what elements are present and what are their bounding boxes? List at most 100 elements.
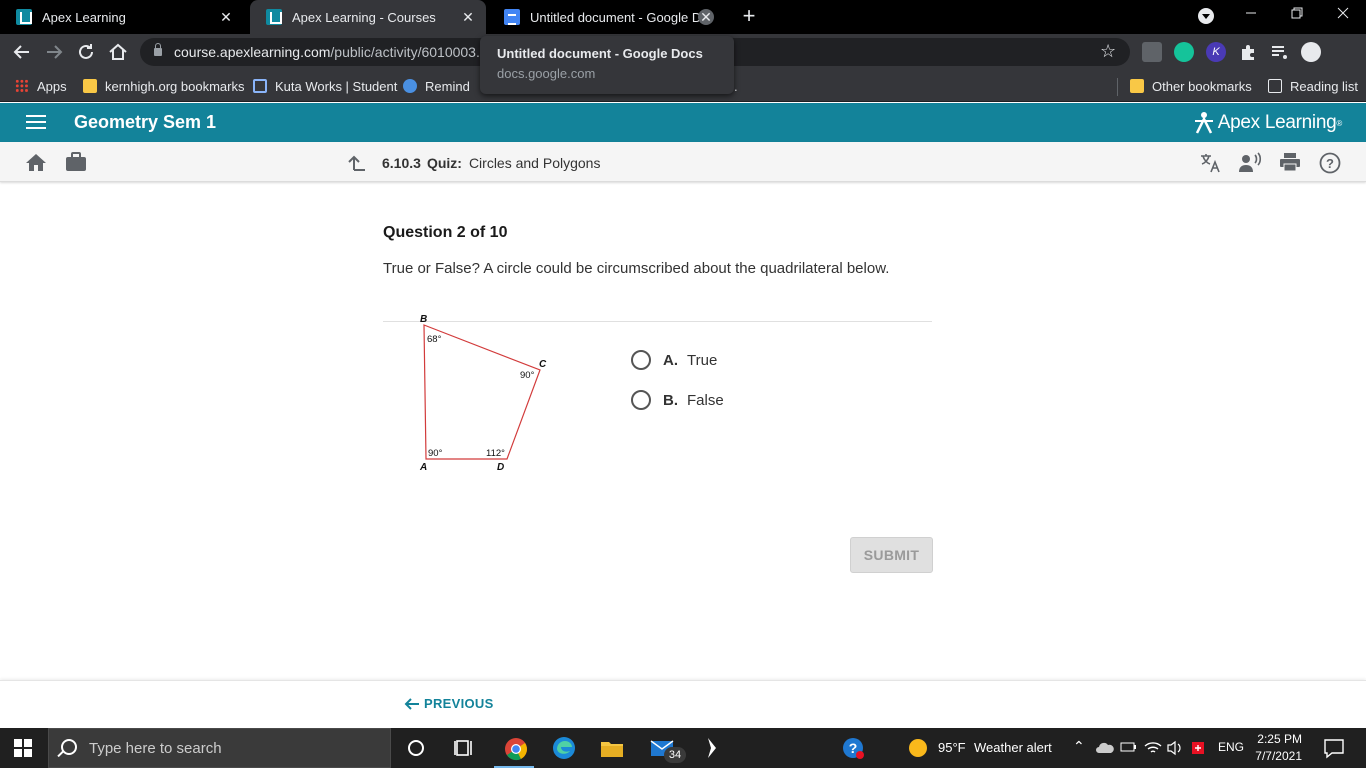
home-icon [26, 154, 46, 171]
chevron-up-icon[interactable]: ⌃ [1073, 738, 1085, 755]
chrome-icon[interactable] [503, 736, 527, 761]
bookmark-apps[interactable]: Apps [15, 77, 67, 95]
url-text: course.apexlearning.com/public/activity/… [174, 44, 488, 60]
wifi-icon[interactable] [1144, 740, 1162, 756]
onedrive-cloud-icon[interactable] [1096, 740, 1114, 756]
radio-b[interactable] [631, 390, 651, 410]
translate-button[interactable] [1199, 152, 1221, 173]
question-text: True or False? A circle could be circums… [383, 260, 890, 277]
notifications-icon[interactable] [1322, 736, 1346, 760]
home-button[interactable] [106, 40, 130, 64]
option-letter: B. [663, 391, 678, 409]
close-icon[interactable]: ✕ [698, 9, 714, 25]
apex-favicon-icon [16, 9, 32, 25]
cortana-icon[interactable] [404, 736, 428, 760]
vertex-label-d: D [497, 462, 504, 473]
edge-icon[interactable] [552, 736, 576, 760]
search-placeholder: Type here to search [89, 740, 222, 757]
bookmark-star-icon[interactable]: ☆ [1100, 41, 1116, 62]
close-icon[interactable]: ✕ [460, 9, 476, 25]
tab-apex-learning-courses[interactable]: Apex Learning - Courses ✕ [250, 0, 486, 34]
translate-extension-icon[interactable] [1142, 42, 1162, 62]
print-button[interactable] [1279, 152, 1301, 172]
app-bolt-icon[interactable] [700, 736, 724, 760]
kami-icon[interactable]: K [1206, 42, 1226, 62]
option-label: False [687, 391, 724, 409]
app-tray-icon[interactable] [1190, 740, 1210, 756]
volume-icon[interactable] [1166, 740, 1184, 756]
angle-label-c: 90° [520, 370, 535, 381]
radio-a[interactable] [631, 350, 651, 370]
bookmark-overflow-text: . [734, 78, 738, 94]
bookmark-kuta-works[interactable]: Kuta Works | Student [253, 77, 397, 95]
previous-label: PREVIOUS [424, 696, 494, 711]
bookmark-remind[interactable]: Remind [403, 77, 470, 95]
briefcase-button[interactable] [65, 152, 87, 172]
hover-card-title: Untitled document - Google Docs [497, 46, 703, 61]
grammarly-icon[interactable] [1174, 42, 1194, 62]
hover-card-domain: docs.google.com [497, 66, 596, 81]
task-view-icon[interactable] [452, 736, 476, 760]
taskbar-clock[interactable]: 2:25 PM 7/7/2021 [1222, 731, 1302, 765]
help-button[interactable]: ? [1319, 152, 1341, 174]
menu-icon[interactable] [26, 115, 46, 129]
quiz-footer: PREVIOUS [0, 680, 1366, 728]
speaker-person-icon [1239, 152, 1262, 172]
clock-date: 7/7/2021 [1255, 749, 1302, 763]
question-heading: Question 2 of 10 [383, 224, 508, 241]
weather-sun-icon[interactable] [906, 736, 930, 760]
apex-logo: Apex Learning ® [1194, 111, 1342, 135]
lock-icon [154, 43, 162, 56]
bookmark-label: Reading list [1290, 78, 1358, 94]
reload-button[interactable] [74, 40, 98, 64]
bookmark-kernhigh[interactable]: kernhigh.org bookmarks [83, 77, 244, 95]
file-explorer-icon[interactable] [600, 736, 624, 760]
previous-button[interactable]: PREVIOUS [403, 696, 494, 711]
vertex-label-b: B [420, 314, 427, 325]
weather-temp[interactable]: 95°F [938, 740, 966, 755]
briefcase-icon [66, 152, 86, 171]
close-window-button[interactable] [1320, 0, 1366, 32]
read-aloud-button[interactable] [1238, 152, 1262, 172]
activity-name: Circles and Polygons [468, 155, 601, 171]
minimize-button[interactable] [1228, 0, 1274, 32]
battery-icon[interactable] [1120, 740, 1138, 756]
tab-hover-card: Untitled document - Google Docs docs.goo… [480, 36, 734, 94]
folder-icon [1130, 79, 1144, 93]
answer-option-b[interactable]: B. False [631, 389, 724, 411]
media-queue-icon[interactable] [1270, 42, 1290, 62]
reading-list[interactable]: Reading list [1268, 77, 1358, 95]
activity-bar: 6.10.3 Quiz: Circles and Polygons ? [0, 142, 1366, 182]
taskbar-search[interactable]: Type here to search [48, 728, 391, 768]
app-header: Geometry Sem 1 Apex Learning ® [0, 103, 1366, 142]
tab-apex-learning[interactable]: Apex Learning ✕ [0, 0, 244, 34]
reload-icon [79, 44, 93, 59]
upload-arrow-icon[interactable] [348, 154, 366, 172]
close-icon[interactable]: ✕ [218, 9, 234, 25]
submit-button[interactable]: SUBMIT [850, 537, 933, 573]
weather-alert[interactable]: Weather alert [974, 740, 1052, 755]
bookmark-separator [1117, 78, 1118, 96]
activity-number: 6.10.3 [382, 155, 421, 171]
forward-button[interactable] [42, 40, 66, 64]
answer-option-a[interactable]: A. True [631, 349, 717, 371]
apex-logo-icon [1194, 111, 1214, 135]
svg-text:?: ? [849, 740, 858, 756]
new-tab-button[interactable]: + [738, 5, 760, 27]
back-button[interactable] [10, 40, 34, 64]
profile-avatar[interactable] [1301, 42, 1321, 62]
kuta-icon [253, 79, 267, 93]
tab-search-icon[interactable] [1198, 8, 1214, 24]
windows-start-icon[interactable] [14, 739, 32, 757]
help-app-icon[interactable]: ? [841, 736, 865, 760]
activity-type: Quiz: [426, 155, 462, 171]
restore-button[interactable] [1274, 0, 1320, 32]
folder-icon [83, 79, 97, 93]
minimize-icon [1246, 12, 1256, 14]
apex-favicon-icon [266, 9, 282, 25]
bookmark-other[interactable]: Other bookmarks [1130, 77, 1252, 95]
tab-google-docs[interactable]: Untitled document - Google Doc ✕ [488, 0, 724, 34]
extensions-puzzle-icon[interactable] [1238, 42, 1258, 62]
home-button[interactable] [25, 152, 47, 172]
brand-registered-mark: ® [1336, 118, 1342, 128]
